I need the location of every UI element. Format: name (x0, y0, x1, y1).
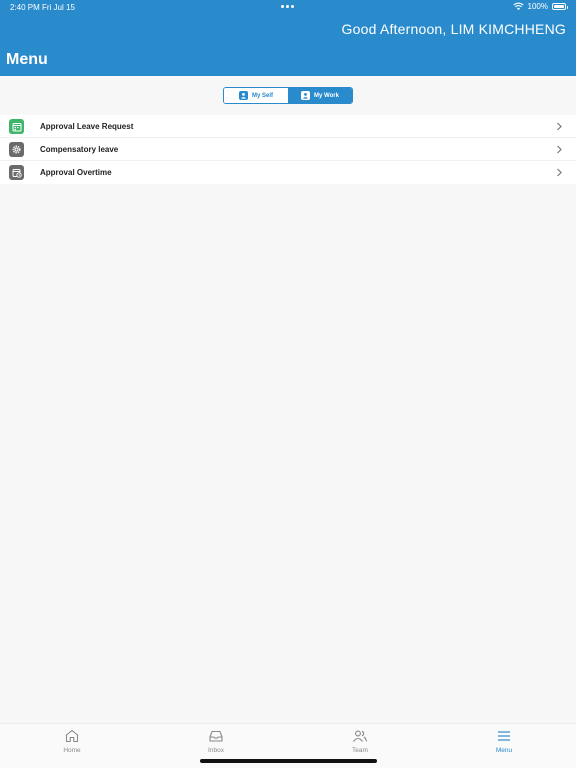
tab-label: Home (63, 747, 81, 754)
status-time: 2:40 PM (10, 3, 40, 12)
multitasking-dots-icon[interactable] (281, 5, 294, 8)
battery-icon (552, 3, 568, 10)
battery-percent: 100% (527, 2, 548, 11)
calendar-clock-icon (9, 165, 24, 180)
status-bar: 2:40 PM Fri Jul 15 100% (0, 0, 576, 14)
greeting-text: Good Afternoon, LIM KIMCHHENG (341, 21, 566, 37)
tab-label: Inbox (208, 747, 224, 754)
wifi-icon (512, 2, 524, 11)
segment-label: My Work (314, 92, 339, 99)
segment-my-work[interactable]: My Work (288, 88, 352, 103)
tab-home[interactable]: Home (32, 728, 112, 758)
home-indicator (200, 759, 377, 763)
gear-icon (9, 142, 24, 157)
menu-item-label: Approval Overtime (40, 168, 112, 177)
chevron-right-icon (557, 168, 562, 177)
tab-team[interactable]: Team (320, 728, 400, 758)
user-icon (238, 91, 248, 100)
menu-list: Approval Leave Request Compensatory leav… (0, 115, 576, 184)
chevron-right-icon (557, 122, 562, 131)
menu-item-approval-leave-request[interactable]: Approval Leave Request (0, 115, 576, 138)
tab-label: Menu (495, 747, 513, 754)
inbox-icon (209, 730, 223, 742)
menu-item-label: Compensatory leave (40, 144, 119, 154)
menu-item-approval-overtime[interactable]: Approval Overtime (0, 161, 576, 184)
page-title: Menu (6, 51, 48, 68)
status-right: 100% (512, 2, 568, 11)
home-icon (65, 729, 79, 743)
tab-menu[interactable]: Menu (464, 728, 544, 758)
menu-icon (498, 731, 510, 741)
team-icon (353, 730, 368, 742)
segment-my-self[interactable]: My Self (224, 88, 288, 103)
menu-item-label: Approval Leave Request (40, 121, 134, 131)
menu-item-compensatory-leave[interactable]: Compensatory leave (0, 138, 576, 161)
header: 2:40 PM Fri Jul 15 100% Good Afternoon, … (0, 0, 576, 76)
segment-label: My Self (251, 92, 273, 99)
segmented-control: My Self My Work (223, 87, 353, 104)
tab-inbox[interactable]: Inbox (176, 728, 256, 758)
chevron-right-icon (557, 145, 562, 154)
tab-label: Team (352, 747, 368, 754)
status-date: Fri Jul 15 (42, 3, 75, 12)
calendar-check-icon (9, 119, 24, 134)
user-icon (301, 91, 311, 100)
